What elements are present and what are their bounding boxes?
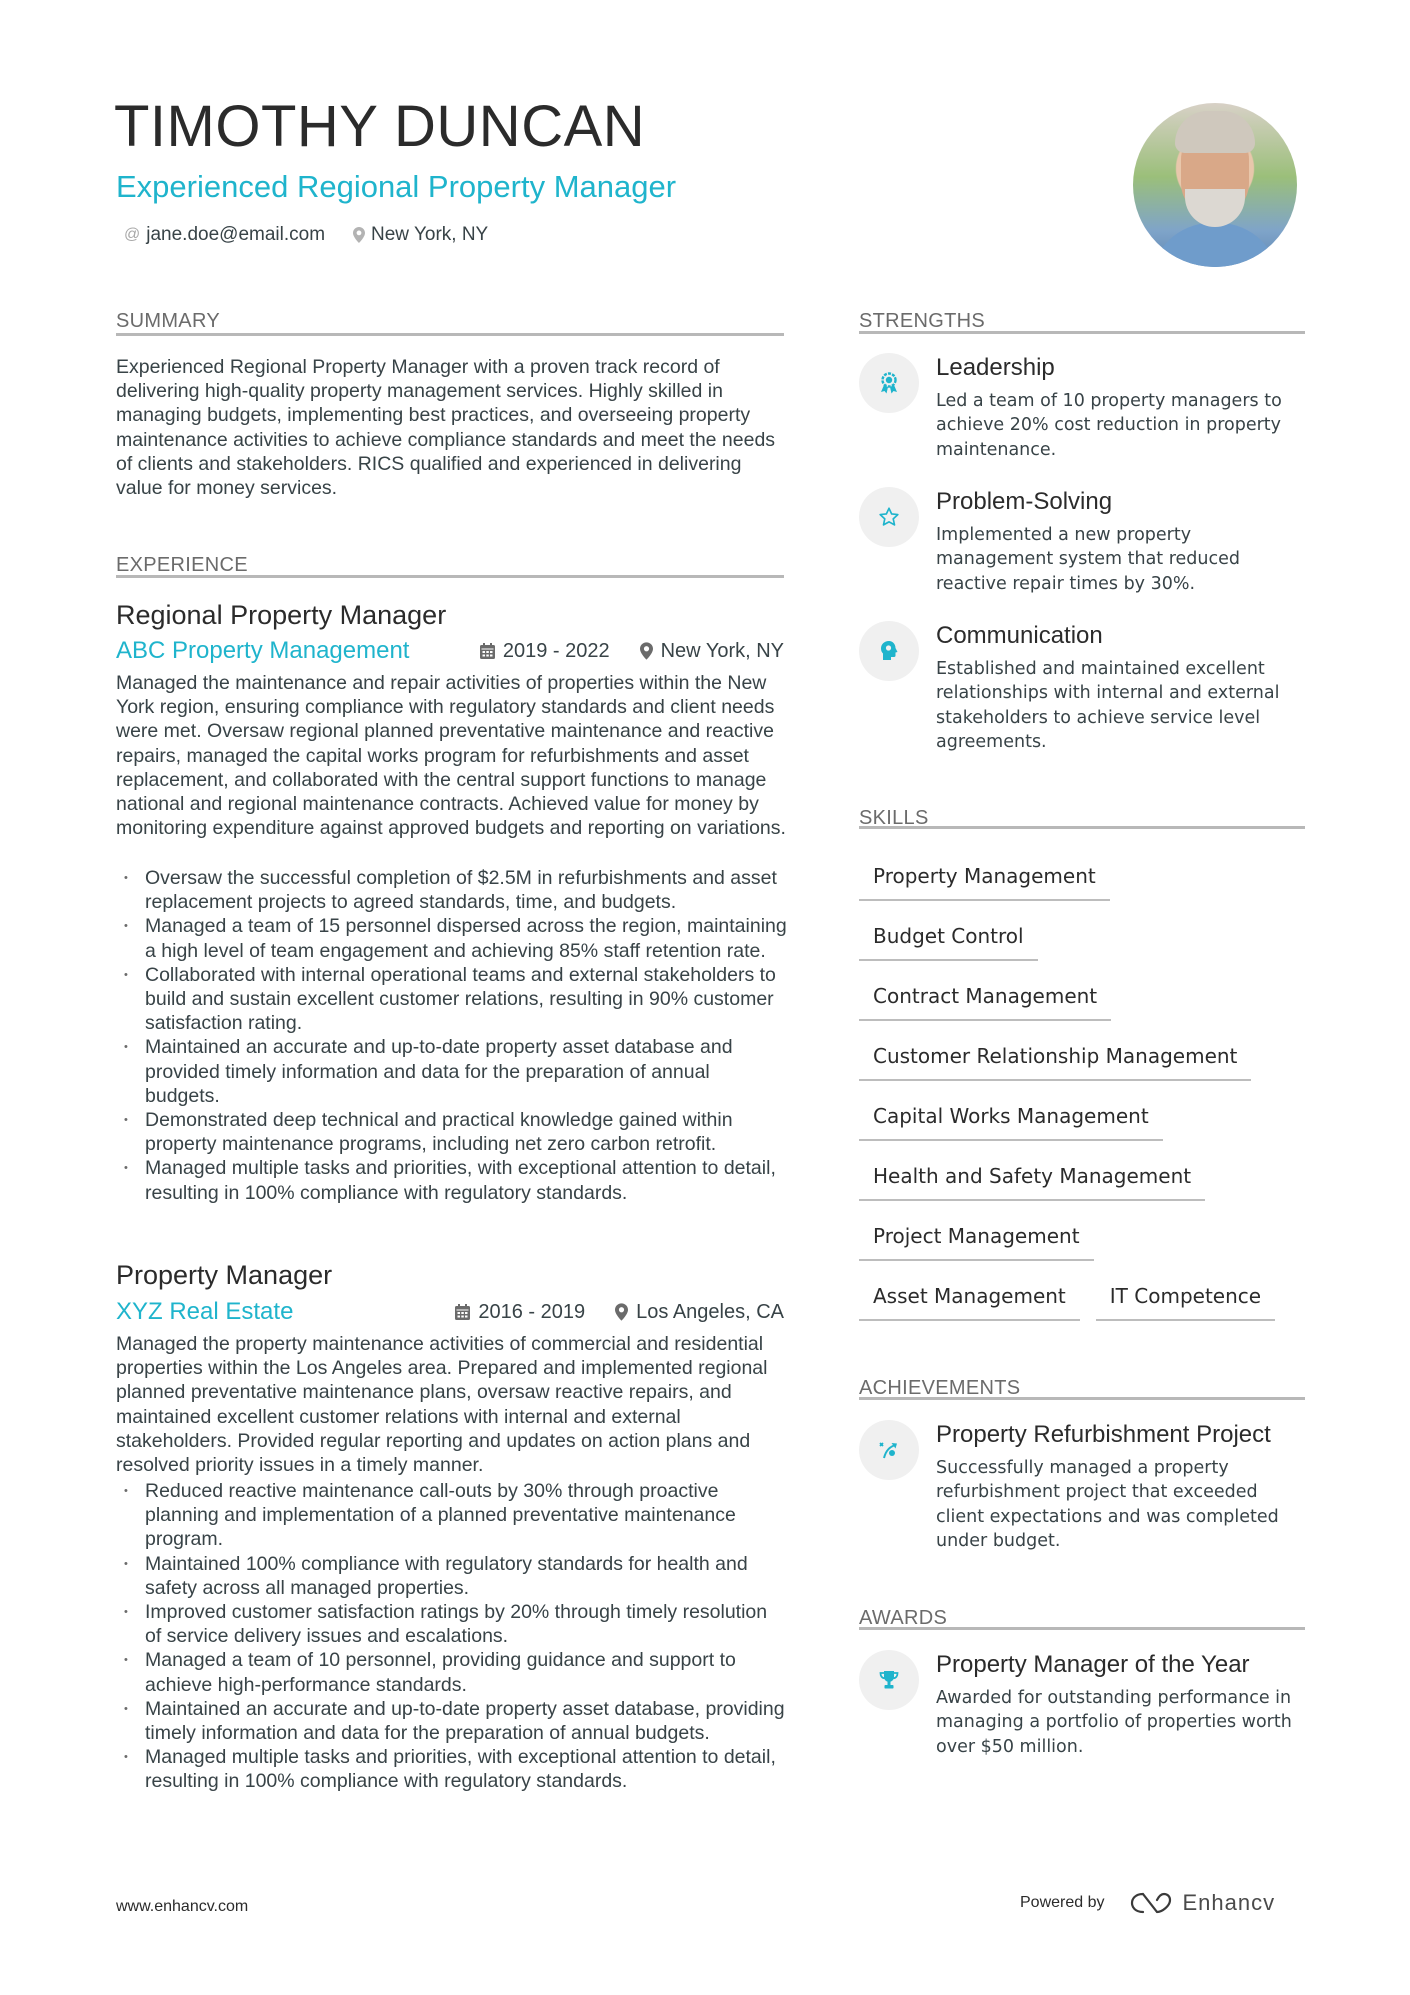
strength-description: Implemented a new property management sy… [936,525,1240,594]
section-title-summary: SUMMARY [116,310,220,332]
section-divider [859,1627,1305,1630]
resume-page: TIMOTHY DUNCAN Experienced Regional Prop… [0,0,1410,1995]
skill-tag: Project Management [859,1218,1094,1261]
star-icon [859,487,919,547]
photo-beard [1185,189,1245,227]
skill-tag: Capital Works Management [859,1098,1163,1141]
job-dates: 2019 - 2022 [479,640,610,662]
job-bullets: Reduced reactive maintenance call-outs b… [116,1479,788,1794]
job-meta-row: XYZ Real Estate 2016 - 2019 Los Angeles,… [116,1300,784,1324]
award-title: Property Manager of the Year [936,1651,1250,1678]
skill-tag: Customer Relationship Management [859,1038,1252,1081]
job-bullets: Oversaw the successful completion of $2.… [116,866,788,1205]
award-ribbon-icon [859,353,919,413]
award-description: Awarded for outstanding performance in m… [936,1688,1292,1757]
strength-title: Leadership [936,354,1055,381]
skills-list: Property Management Budget Control Contr… [859,858,1309,1338]
company-name[interactable]: XYZ Real Estate [116,1300,293,1324]
trophy-icon [859,1650,919,1710]
job-title: Property Manager [116,1260,333,1290]
strength-title: Communication [936,622,1103,649]
strength-description: Established and maintained excellent rel… [936,659,1280,752]
job-dates: 2016 - 2019 [455,1302,585,1322]
section-title-awards: AWARDS [859,1607,948,1629]
at-sign-icon: @ [124,226,141,243]
job-title: Regional Property Manager [116,600,447,630]
bullet-item: Managed a team of 15 personnel dispersed… [116,914,788,962]
job-description: Managed the property maintenance activit… [116,1333,768,1477]
bullet-item: Maintained an accurate and up-to-date pr… [116,1035,788,1108]
dates-text: 2019 - 2022 [502,640,610,662]
calendar-icon [479,643,495,659]
section-divider [859,331,1305,334]
job-meta-row: ABC Property Management 2019 - 2022 New … [116,639,784,663]
contact-location: New York, NY [353,224,488,246]
achievement-description: Successfully managed a property refurbis… [936,1458,1279,1551]
strategy-path-icon [859,1420,919,1480]
section-divider [116,575,784,578]
bullet-item: Improved customer satisfaction ratings b… [116,1600,788,1648]
skill-tag: Contract Management [859,978,1112,1021]
bullet-item: Collaborated with internal operational t… [116,963,788,1036]
skill-tag: Asset Management [859,1278,1080,1321]
bullet-item: Managed multiple tasks and priorities, w… [116,1156,788,1204]
section-title-strengths: STRENGTHS [859,310,986,332]
section-title-skills: SKILLS [859,807,929,829]
location-text: New York, NY [660,640,784,662]
footer-branding: Powered by Enhancv [1020,1890,1275,1916]
section-divider [116,333,784,336]
enhancv-logo[interactable]: Enhancv [1129,1890,1276,1916]
email-text: jane.doe@email.com [146,224,326,245]
bullet-item: Managed a team of 10 personnel, providin… [116,1648,788,1696]
location-text: Los Angeles, CA [636,1301,784,1323]
contact-info: @ jane.doe@email.com New York, NY [124,224,488,246]
job-meta: 2016 - 2019 Los Angeles, CA [455,1302,784,1322]
candidate-headline: Experienced Regional Property Manager [116,169,677,204]
bullet-item: Reduced reactive maintenance call-outs b… [116,1479,788,1552]
profile-photo [1133,103,1297,267]
map-pin-icon [353,227,366,243]
summary-text: Experienced Regional Property Manager wi… [116,356,776,500]
map-pin-icon [639,642,653,660]
skill-tag: Property Management [859,858,1110,901]
bullet-item: Maintained an accurate and up-to-date pr… [116,1697,788,1745]
contact-email[interactable]: @ jane.doe@email.com [124,224,325,246]
strength-title: Problem-Solving [936,488,1113,515]
section-title-experience: EXPERIENCE [116,554,248,576]
footer-website-link[interactable]: www.enhancv.com [116,1898,248,1916]
calendar-icon [455,1304,471,1320]
job-location: Los Angeles, CA [615,1302,784,1322]
skill-tag: Budget Control [859,918,1038,961]
location-text: New York, NY [371,224,489,245]
company-name[interactable]: ABC Property Management [116,639,409,663]
section-title-achievements: ACHIEVEMENTS [859,1377,1021,1399]
skill-tag: IT Competence [1095,1278,1276,1321]
brand-name: Enhancv [1182,1890,1276,1915]
bullet-item: Demonstrated deep technical and practica… [116,1108,788,1156]
strength-description: Led a team of 10 property managers to ac… [936,391,1282,460]
head-brain-icon [859,621,919,681]
skill-tag: Health and Safety Management [859,1158,1206,1201]
bullet-item: Managed multiple tasks and priorities, w… [116,1745,788,1793]
photo-shirt [1151,223,1279,267]
section-divider [859,1397,1305,1400]
achievement-title: Property Refurbishment Project [936,1421,1271,1448]
candidate-name: TIMOTHY DUNCAN [114,94,646,159]
dates-text: 2016 - 2019 [478,1301,586,1323]
section-divider [859,826,1305,829]
map-pin-icon [615,1303,629,1321]
photo-hair [1175,111,1255,153]
job-location: New York, NY [639,640,784,662]
bullet-item: Maintained 100% compliance with regulato… [116,1552,788,1600]
powered-by-text: Powered by [1020,1894,1105,1911]
bullet-item: Oversaw the successful completion of $2.… [116,866,788,914]
job-meta: 2019 - 2022 New York, NY [479,640,784,662]
job-description: Managed the maintenance and repair activ… [116,672,786,840]
enhancv-logo-icon [1130,1892,1171,1914]
